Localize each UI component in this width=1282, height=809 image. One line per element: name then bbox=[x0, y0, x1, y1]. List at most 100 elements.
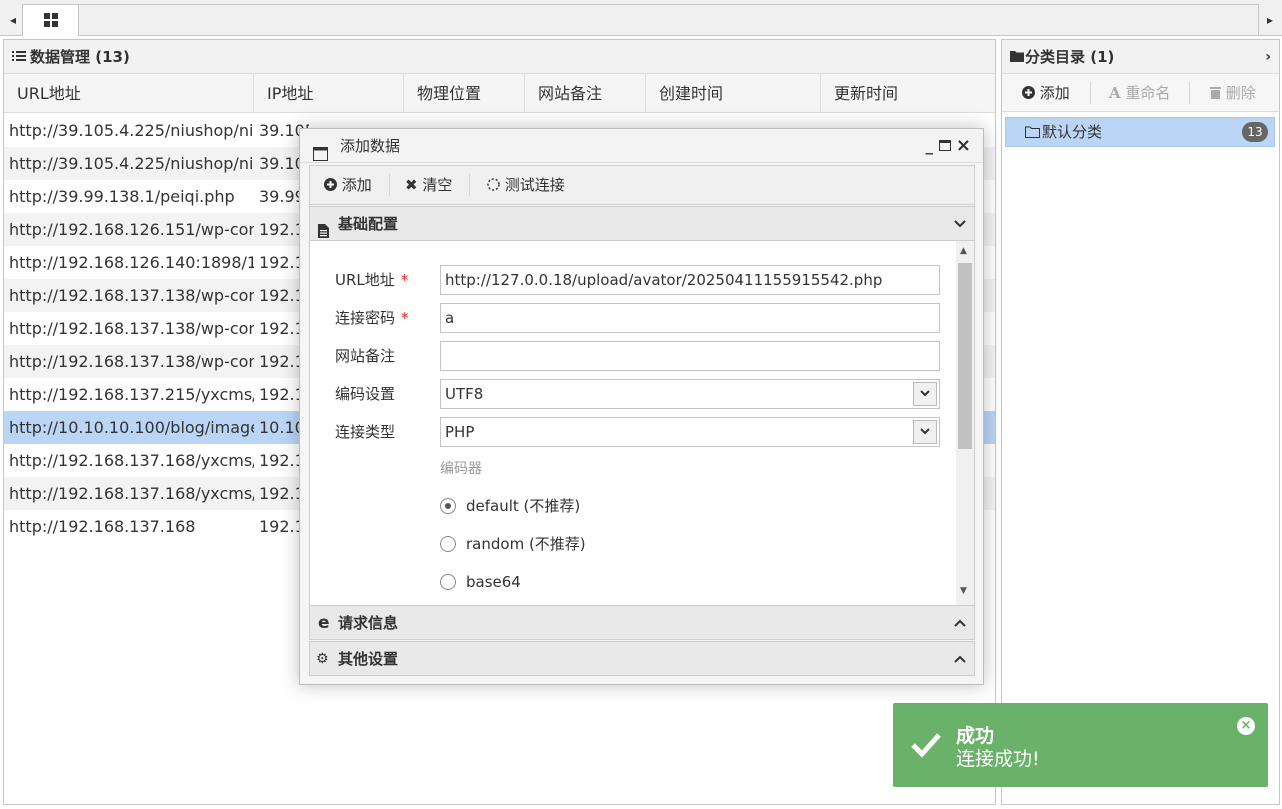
encoder-radio-default[interactable] bbox=[440, 498, 456, 514]
toolbar-divider bbox=[1090, 82, 1091, 104]
encoder-radio-base64[interactable] bbox=[440, 574, 456, 590]
encoder-option-label: base64 bbox=[466, 573, 521, 591]
url-label: URL地址 * bbox=[335, 265, 408, 295]
minimize-button[interactable]: _ bbox=[926, 129, 934, 163]
dialog-add-button[interactable]: 添加 bbox=[324, 166, 372, 204]
tab-scroll-left-button[interactable]: ◂ bbox=[6, 8, 20, 32]
dialog-toolbar: 添加 ✖ 清空 测试连接 bbox=[309, 165, 975, 205]
category-item-default[interactable]: 默认分类 13 bbox=[1005, 117, 1275, 147]
gears-icon: ⚙ bbox=[316, 651, 329, 667]
tab-bar: ◂ ▸ bbox=[0, 0, 1282, 36]
category-toolbar: 添加 A 重命名 删除 bbox=[1002, 74, 1279, 112]
grid-icon bbox=[44, 13, 58, 27]
section-basic-config[interactable]: 基础配置 bbox=[309, 206, 975, 241]
collapse-panel-button[interactable]: › bbox=[1265, 40, 1271, 74]
success-toast: 成功 连接成功! × bbox=[893, 703, 1268, 787]
url-cell: http://39.105.4.225/niushop/niushop bbox=[9, 121, 254, 140]
type-select[interactable]: PHP bbox=[440, 417, 940, 447]
category-name: 默认分类 bbox=[1042, 123, 1103, 141]
chevron-down-icon[interactable] bbox=[913, 382, 937, 406]
column-header-updated[interactable]: 更新时间 bbox=[821, 74, 995, 113]
password-input[interactable]: a bbox=[440, 303, 940, 333]
url-cell: http://192.168.126.151/wp-content bbox=[9, 220, 254, 239]
tab-scroll-right-button[interactable]: ▸ bbox=[1263, 8, 1277, 32]
column-header-created[interactable]: 创建时间 bbox=[646, 74, 821, 113]
section-request-title: 请求信息 bbox=[338, 614, 399, 632]
chevron-up-icon bbox=[954, 642, 966, 689]
close-icon: ✖ bbox=[405, 176, 418, 194]
url-cell: http://192.168.137.215/yxcms/ bbox=[9, 385, 254, 404]
close-toast-button[interactable]: × bbox=[1237, 717, 1255, 735]
url-input[interactable]: http://127.0.0.18/upload/avator/20250411… bbox=[440, 265, 940, 295]
toast-message: 连接成功! bbox=[956, 748, 1040, 770]
encoder-radio-random[interactable] bbox=[440, 536, 456, 552]
column-header-url[interactable]: URL地址 bbox=[4, 74, 254, 113]
type-label: 连接类型 bbox=[335, 423, 396, 441]
dialog-titlebar[interactable]: 添加数据 _ × bbox=[300, 129, 983, 163]
section-request-info[interactable]: e 请求信息 bbox=[309, 605, 975, 640]
add-category-label: 添加 bbox=[1039, 84, 1070, 102]
required-mark: * bbox=[401, 309, 409, 327]
folder-icon bbox=[1010, 40, 1025, 74]
spinner-icon bbox=[487, 176, 505, 194]
type-value: PHP bbox=[445, 423, 475, 441]
url-label-text: URL地址 bbox=[335, 271, 395, 289]
delete-category-button[interactable]: 删除 bbox=[1210, 74, 1256, 112]
check-icon bbox=[910, 731, 942, 763]
encoding-select[interactable]: UTF8 bbox=[440, 379, 940, 409]
password-label-text: 连接密码 bbox=[335, 309, 396, 327]
rename-category-label: 重命名 bbox=[1125, 84, 1171, 102]
url-cell: http://192.168.126.140:1898/1.php bbox=[9, 253, 254, 272]
url-cell: http://192.168.137.168/yxcms/inc bbox=[9, 484, 254, 503]
ie-icon: e bbox=[318, 613, 330, 633]
test-connection-button[interactable]: 测试连接 bbox=[487, 166, 565, 204]
column-header-ip[interactable]: IP地址 bbox=[254, 74, 404, 113]
encoder-label: 编码器 bbox=[440, 461, 482, 477]
folder-open-icon bbox=[1025, 118, 1040, 146]
basic-config-form: URL地址 * http://127.0.0.18/upload/avator/2… bbox=[309, 241, 975, 605]
clear-button[interactable]: ✖ 清空 bbox=[405, 166, 452, 204]
font-icon: A bbox=[1109, 84, 1121, 102]
scroll-down-arrow[interactable]: ▼ bbox=[960, 586, 967, 596]
form-scrollbar[interactable]: ▲ ▼ bbox=[956, 241, 974, 605]
column-header-note[interactable]: 网站备注 bbox=[525, 74, 646, 113]
url-cell: http://39.105.4.225/niushop/niushop bbox=[9, 154, 254, 173]
url-cell: http://192.168.137.138/wp-content bbox=[9, 319, 254, 338]
toolbar-divider bbox=[469, 174, 470, 196]
category-panel: 分类目录 (1) › 添加 A 重命名 删除 默认分类 13 bbox=[1001, 39, 1280, 805]
encoder-option-label: random (不推荐) bbox=[466, 535, 586, 553]
trash-icon bbox=[1210, 84, 1226, 102]
tab-home[interactable] bbox=[22, 4, 79, 36]
list-icon bbox=[12, 40, 26, 74]
test-connection-label: 测试连接 bbox=[504, 176, 565, 194]
encoding-label: 编码设置 bbox=[335, 385, 396, 403]
close-dialog-button[interactable]: × bbox=[956, 129, 971, 163]
add-category-button[interactable]: 添加 bbox=[1022, 74, 1070, 112]
url-cell: http://10.10.10.100/blog/images/a bbox=[9, 418, 254, 437]
note-input[interactable] bbox=[440, 341, 940, 371]
section-other-title: 其他设置 bbox=[338, 650, 399, 668]
note-label: 网站备注 bbox=[335, 347, 396, 365]
url-cell: http://192.168.137.168 bbox=[9, 517, 196, 536]
password-label: 连接密码 * bbox=[335, 303, 409, 333]
section-other-settings[interactable]: ⚙ 其他设置 bbox=[309, 641, 975, 676]
scrollbar-thumb[interactable] bbox=[958, 263, 972, 449]
table-header: URL地址 IP地址 物理位置 网站备注 创建时间 更新时间 bbox=[4, 74, 995, 113]
dialog-title: 添加数据 bbox=[340, 137, 401, 155]
required-mark: * bbox=[400, 271, 409, 289]
url-cell: http://39.99.138.1/peiqi.php bbox=[9, 187, 235, 206]
maximize-button[interactable] bbox=[939, 140, 951, 151]
url-cell: http://192.168.137.138/wp-content bbox=[9, 286, 254, 305]
encoding-value: UTF8 bbox=[445, 385, 484, 403]
chevron-down-icon[interactable] bbox=[913, 420, 937, 444]
url-cell: http://192.168.137.138/wp-content bbox=[9, 352, 254, 371]
scroll-up-arrow[interactable]: ▲ bbox=[960, 246, 967, 256]
data-panel-header: 数据管理 (13) bbox=[4, 40, 995, 74]
data-panel-title: 数据管理 (13) bbox=[30, 48, 130, 66]
rename-category-button[interactable]: A 重命名 bbox=[1109, 74, 1170, 112]
tab-strip bbox=[79, 4, 1259, 36]
category-panel-title: 分类目录 (1) bbox=[1025, 48, 1115, 66]
encoder-option-label: default (不推荐) bbox=[466, 497, 581, 515]
clear-label: 清空 bbox=[422, 176, 453, 194]
column-header-location[interactable]: 物理位置 bbox=[404, 74, 525, 113]
